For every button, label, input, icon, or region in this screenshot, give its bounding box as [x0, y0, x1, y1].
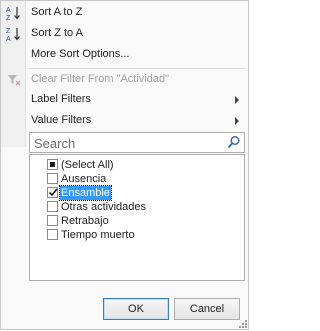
label-filters-label: Label Filters — [31, 93, 91, 105]
clear-filter-item: Clear Filter From "Actividad" — [1, 69, 248, 90]
list-item-label: Otras actividades — [61, 201, 146, 213]
search-input[interactable]: Search — [29, 132, 245, 153]
list-item-checkbox[interactable] — [47, 215, 58, 226]
list-item-label: Ensamble — [59, 185, 112, 201]
sort-z-to-a-icon: Z A — [6, 26, 22, 43]
svg-text:Z: Z — [6, 15, 11, 21]
label-filters-item[interactable]: Label Filters — [1, 89, 248, 110]
checkmark-icon — [48, 188, 58, 197]
more-sort-options-label: More Sort Options... — [31, 48, 130, 60]
more-sort-options-item[interactable]: More Sort Options... — [1, 44, 248, 65]
list-item-label: Tiempo muerto — [61, 229, 135, 241]
submenu-arrow-icon — [235, 96, 239, 104]
search-icon — [227, 135, 241, 149]
list-item-label: Retrabajo — [61, 215, 109, 227]
list-item-checkbox[interactable] — [47, 173, 58, 184]
search-placeholder: Search — [34, 136, 76, 151]
clear-filter-icon — [6, 72, 22, 88]
submenu-arrow-icon — [235, 117, 239, 125]
svg-text:A: A — [6, 7, 11, 14]
value-filters-item[interactable]: Value Filters — [1, 110, 248, 131]
filter-dropdown-menu: A Z Sort A to Z Z A Sort Z to A More Sor… — [0, 0, 249, 330]
sort-z-to-a-label: Sort Z to A — [31, 27, 83, 39]
list-item-checkbox[interactable] — [47, 187, 58, 198]
select-all-checkbox[interactable] — [47, 159, 58, 170]
ok-button[interactable]: OK — [103, 298, 169, 320]
select-all-label: (Select All) — [61, 159, 114, 171]
cancel-button[interactable]: Cancel — [174, 298, 240, 320]
sort-a-to-z-item[interactable]: A Z Sort A to Z — [1, 2, 248, 23]
value-filters-label: Value Filters — [31, 114, 92, 126]
svg-text:A: A — [6, 36, 11, 42]
sort-a-to-z-label: Sort A to Z — [31, 6, 83, 18]
list-item-checkbox[interactable] — [47, 229, 58, 240]
clear-filter-label: Clear Filter From "Actividad" — [31, 73, 170, 85]
svg-text:Z: Z — [6, 28, 11, 35]
filter-values-list[interactable]: (Select All) Ausencia Ensamble Otras act… — [29, 154, 245, 281]
resize-grip-icon[interactable] — [239, 319, 247, 328]
list-item-label: Ausencia — [61, 173, 107, 185]
sort-a-to-z-icon: A Z — [6, 5, 22, 22]
list-item-checkbox[interactable] — [47, 201, 58, 212]
sort-z-to-a-item[interactable]: Z A Sort Z to A — [1, 23, 248, 44]
